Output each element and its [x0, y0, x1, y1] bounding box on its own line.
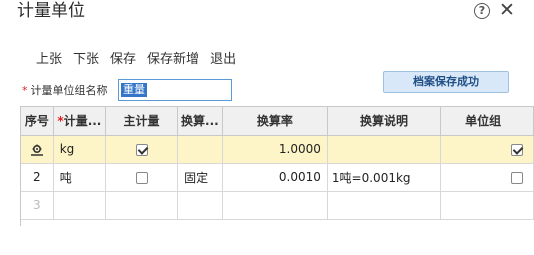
table-row[interactable]: kg 1.0000 [21, 135, 534, 164]
save-success-toast: 档案保存成功 [383, 71, 509, 93]
window-title: 计量单位 [17, 1, 85, 21]
cell-unit-group[interactable] [440, 163, 534, 192]
cell-conversion-desc[interactable] [327, 191, 442, 220]
col-unit-label: 计量... [63, 114, 102, 129]
cell-unit[interactable]: 吨 [53, 163, 107, 192]
cell-unit[interactable] [53, 191, 107, 220]
col-seq[interactable]: 序号 [21, 107, 54, 136]
cell-conversion-rate[interactable] [222, 191, 328, 220]
unit-group-checkbox[interactable] [511, 171, 523, 184]
cell-conversion-type[interactable]: 固定 [177, 163, 223, 192]
cell-conversion-desc[interactable] [327, 135, 442, 164]
cell-conversion-type[interactable] [177, 135, 223, 164]
next-button[interactable]: 下张 [73, 50, 99, 70]
gear-icon[interactable] [30, 144, 44, 156]
cell-unit-group[interactable] [440, 135, 534, 164]
col-unit-group[interactable]: 单位组 [440, 107, 534, 136]
cell-main-unit[interactable] [105, 163, 179, 192]
prev-button[interactable]: 上张 [36, 50, 62, 70]
cell-seq: 3 [21, 191, 54, 220]
save-button[interactable]: 保存 [110, 50, 136, 70]
main-unit-checkbox[interactable] [135, 143, 148, 156]
table-row[interactable]: 2 吨 固定 0.0010 1吨=0.001kg [21, 163, 534, 192]
col-conversion-desc[interactable]: 换算说明 [327, 107, 442, 136]
cell-unit-group[interactable] [440, 191, 534, 220]
help-icon[interactable]: ? [474, 3, 490, 19]
close-icon[interactable]: ✕ [499, 0, 515, 20]
unit-group-checkbox[interactable] [511, 143, 523, 156]
col-conversion-rate[interactable]: 换算率 [222, 107, 328, 136]
cell-conversion-rate[interactable]: 0.0010 [222, 163, 328, 192]
col-main-unit[interactable]: 主计量 [105, 107, 179, 136]
required-mark: * [22, 83, 28, 97]
group-name-input[interactable]: 重量 [118, 79, 232, 101]
unit-table: 序号 *计量... 主计量 换算... 换算率 换算说明 单位组 kg 1.00… [21, 107, 534, 220]
save-new-button[interactable]: 保存新增 [147, 50, 199, 70]
row-settings-cell[interactable] [21, 135, 54, 164]
cell-seq: 2 [21, 163, 54, 192]
unit-grid: 序号 *计量... 主计量 换算... 换算率 换算说明 单位组 kg 1.00… [20, 106, 534, 226]
exit-button[interactable]: 退出 [210, 50, 236, 70]
toolbar: 上张 下张 保存 保存新增 退出 [36, 50, 247, 70]
col-unit[interactable]: *计量... [53, 107, 107, 136]
group-name-row: * 计量单位组名称 [22, 79, 108, 101]
group-name-label: 计量单位组名称 [30, 84, 108, 97]
cell-unit[interactable]: kg [53, 135, 107, 164]
cell-main-unit[interactable] [105, 191, 179, 220]
cell-conversion-desc[interactable]: 1吨=0.001kg [327, 163, 442, 192]
col-conversion-type[interactable]: 换算... [177, 107, 223, 136]
cell-conversion-rate[interactable]: 1.0000 [222, 135, 328, 164]
table-header-row: 序号 *计量... 主计量 换算... 换算率 换算说明 单位组 [21, 107, 534, 136]
window-titlebar: 计量单位 ? ✕ [0, 0, 534, 26]
main-unit-checkbox[interactable] [135, 171, 148, 184]
group-name-value: 重量 [121, 83, 147, 97]
cell-main-unit[interactable] [105, 135, 179, 164]
table-row[interactable]: 3 [21, 191, 534, 220]
cell-conversion-type[interactable] [177, 191, 223, 220]
